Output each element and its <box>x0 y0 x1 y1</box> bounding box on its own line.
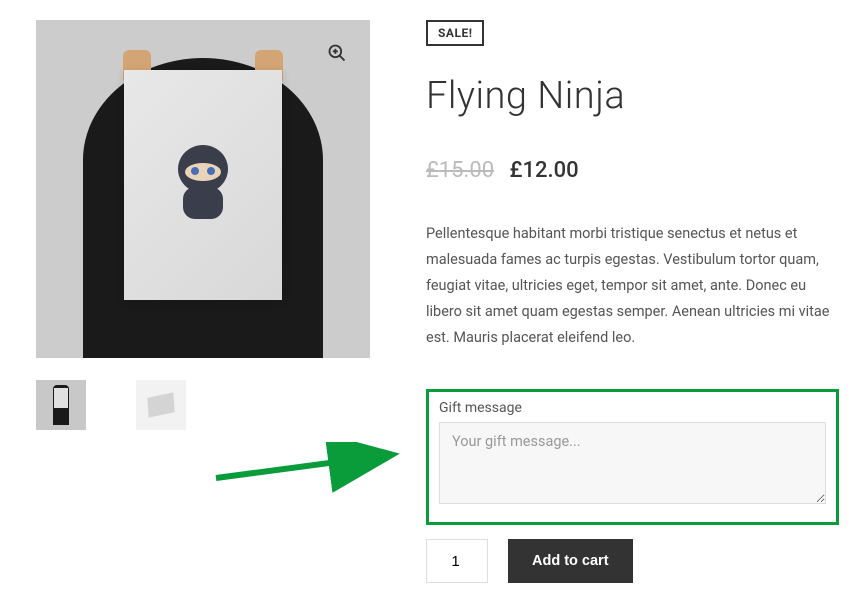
gift-message-input[interactable] <box>439 422 826 504</box>
thumbnail-1[interactable] <box>36 380 86 430</box>
product-summary: SALE! Flying Ninja £15.00 £12.00 Pellent… <box>426 20 839 583</box>
sale-badge: SALE! <box>426 20 484 46</box>
product-price: £15.00 £12.00 <box>426 158 839 183</box>
gift-message-box: Gift message <box>426 389 839 525</box>
thumbnail-2[interactable] <box>136 380 186 430</box>
product-thumbnails <box>36 380 376 430</box>
magnify-plus-icon[interactable] <box>324 40 350 66</box>
add-to-cart-button[interactable]: Add to cart <box>508 539 633 583</box>
price-old: £15.00 <box>426 158 494 183</box>
product-main-image[interactable] <box>36 20 370 358</box>
product-title: Flying Ninja <box>426 74 839 118</box>
price-new: £12.00 <box>510 158 579 183</box>
product-description: Pellentesque habitant morbi tristique se… <box>426 221 839 351</box>
gift-message-label: Gift message <box>439 400 826 416</box>
product-gallery <box>36 20 376 583</box>
quantity-stepper[interactable] <box>426 539 488 583</box>
